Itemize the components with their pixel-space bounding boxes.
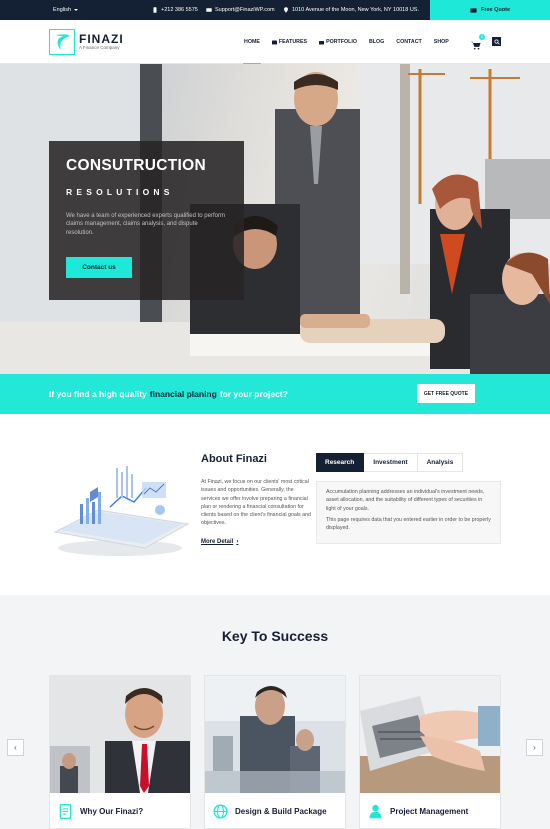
user-icon [369,804,382,819]
hero-banner: CONSUTRUCTION RESOLUTIONS We have a team… [0,64,550,374]
search-button[interactable] [492,37,501,46]
nav-item-portfolio[interactable]: PORTFOLIO [319,20,357,64]
chevron-right-icon: › [533,743,536,752]
more-detail-link[interactable]: More Detail › [201,539,238,545]
cart-button[interactable] [471,37,481,55]
address-text: 1010 Avenue of the Moon, New York, NY 10… [292,7,419,13]
language-selector[interactable]: English [53,7,79,13]
tab-paragraph: This page requires data that you entered… [326,516,491,532]
logo-name[interactable]: FINAZI [79,32,124,46]
phone-number: +212 386 5575 [161,7,198,13]
card-photo [50,676,190,793]
free-quote-label: Free Quote [480,7,511,13]
card-photo [360,676,500,793]
chevron-right-icon: › [236,539,239,545]
success-card[interactable]: Why Our Finazi? [49,675,191,829]
contact-us-button[interactable]: Contact us [66,257,132,278]
key-to-success-section: Key To Success ‹ › Why Our Finazi? Desig… [0,595,550,829]
caret-down-icon [74,8,79,11]
cart-count-badge: 0 [479,34,485,40]
phone-icon [153,7,157,13]
get-free-quote-button[interactable]: GET FREE QUOTE [417,384,475,403]
card-label: Project Management [360,793,500,828]
free-quote-button[interactable]: Free Quote [430,0,550,20]
logo-tagline: A Finance Company [79,45,120,50]
cta-text-before: If you find a high quality [49,389,147,399]
email-address[interactable]: Support@FinaziWP.com [215,7,275,13]
carousel-prev-button[interactable]: ‹ [7,739,24,756]
nav-label: HOME [244,39,260,45]
card-title: Project Management [390,807,469,816]
about-title: About Finazi [201,453,267,465]
nav-item-blog[interactable]: BLOG [369,20,384,64]
search-icon [493,38,500,45]
site-header: FINAZI A Finance Company HOME FEATURES P… [0,20,550,65]
about-text: At Finazi, we focus on our clients' most… [201,479,311,527]
shopping-cart-icon [471,41,481,50]
card-label: Design & Build Package [205,793,345,828]
main-nav: HOME FEATURES PORTFOLIO BLOG CONTACT SHO… [243,20,449,65]
hero-description: We have a team of experienced experts qu… [66,213,225,236]
globe-icon [213,804,228,819]
card-label: Why Our Finazi? [50,793,190,828]
tab-paragraph: Accumulation planning addresses an indiv… [326,489,485,512]
tab-analysis[interactable]: Analysis [417,453,464,472]
about-section: About Finazi At Finazi, we focus on our … [0,414,550,595]
cta-text-after: for your project? [219,389,288,399]
hero-caption-panel: CONSUTRUCTION RESOLUTIONS We have a team… [49,141,244,300]
nav-label: SHOP [433,39,449,45]
more-detail-label: More Detail [201,539,234,545]
hero-subtitle: RESOLUTIONS [66,187,174,197]
tab-content: Accumulation planning addresses an indiv… [316,481,501,544]
businessman-photo [50,676,190,793]
card-title: Design & Build Package [235,807,327,816]
about-tabs: Research Investment Analysis [316,453,464,472]
envelope-icon [206,8,212,12]
top-bar: English +212 386 5575 Support@FinaziWP.c… [0,0,550,20]
nav-label: FEATURES [278,39,308,45]
briefcase-icon [319,40,325,44]
card-title: Why Our Finazi? [80,807,144,816]
card-photo [205,676,345,793]
hero-title: CONSUTRUCTION [66,157,206,174]
map-pin-icon [284,7,288,13]
tab-research[interactable]: Research [316,453,365,472]
success-card[interactable]: Design & Build Package [204,675,346,829]
office-team-photo [205,676,345,793]
carousel-next-button[interactable]: › [526,739,543,756]
nav-label: BLOG [368,39,385,45]
cta-text: If you find a high quality financial pla… [49,389,288,399]
language-label: English [53,7,72,13]
nav-label: PORTFOLIO [326,39,357,45]
cta-bar: If you find a high quality financial pla… [0,374,550,414]
nav-item-features[interactable]: FEATURES [271,20,308,64]
tablet-illustration [53,466,190,556]
laptop-typing-photo [360,676,500,793]
nav-item-shop[interactable]: SHOP [434,20,449,64]
quote-icon [470,7,477,13]
section-title: Key To Success [221,628,329,644]
success-card[interactable]: Project Management [359,675,501,829]
phone-info: +212 386 5575 [152,7,198,13]
nav-item-contact[interactable]: CONTACT [396,20,422,64]
grid-icon [271,40,277,44]
chevron-left-icon: ‹ [14,743,17,752]
address-info: 1010 Avenue of the Moon, New York, NY 10… [283,7,419,13]
tab-investment[interactable]: Investment [364,453,418,472]
document-icon [59,804,72,819]
logo-icon[interactable] [49,29,75,55]
nav-item-home[interactable]: HOME [243,20,261,65]
nav-label: CONTACT [396,39,422,45]
cta-text-highlight: financial planing [149,389,217,399]
email-info[interactable]: Support@FinaziWP.com [206,7,275,13]
